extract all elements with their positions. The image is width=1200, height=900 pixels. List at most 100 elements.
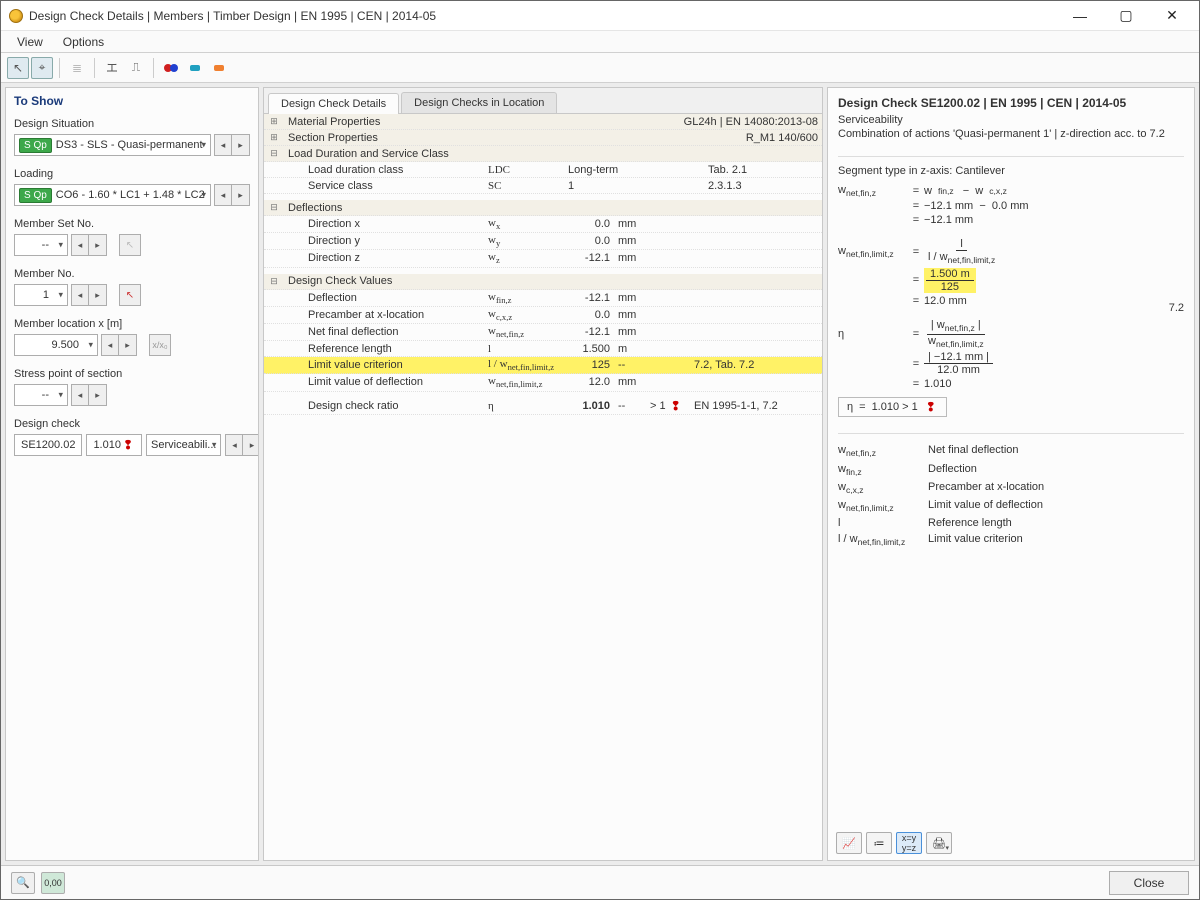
group-deflections[interactable]: ⊟ Deflections — [264, 200, 822, 216]
rp-formula-icon[interactable]: x=yy=z — [896, 832, 922, 854]
chevron-down-icon: ▾ — [88, 340, 93, 351]
memberloc-next[interactable]: ▸ — [119, 334, 137, 356]
tabstrip: Design Check Details Design Checks in Lo… — [264, 88, 822, 114]
row-precamber: Precamber at x-location wc,x,z 0.0 mm — [264, 307, 822, 324]
maximize-button[interactable]: ▢ — [1103, 2, 1149, 30]
footer-decimals-icon[interactable]: 0,00 — [41, 872, 65, 894]
chevron-down-icon: ▾ — [201, 190, 206, 201]
memberloc-prev[interactable]: ◂ — [101, 334, 119, 356]
design-situation-select[interactable]: S Qp DS3 - SLS - Quasi-permanent ▾ — [14, 134, 211, 156]
expand-icon[interactable]: ⊞ — [264, 131, 284, 144]
memberloc-select[interactable]: 9.500 ▾ — [14, 334, 98, 356]
memberset-next[interactable]: ▸ — [89, 234, 107, 256]
final-ratio-box: η=1.010 > 1❢ — [838, 397, 947, 417]
expand-icon[interactable]: ⊞ — [264, 115, 284, 128]
app-window: Design Check Details | Members | Timber … — [0, 0, 1200, 900]
row-net-final-deflection: Net final deflection wnet,fin,z -12.1 mm — [264, 324, 822, 341]
row-ldc: Load duration class LDC Long-term Tab. 2… — [264, 162, 822, 178]
memberno-prev[interactable]: ◂ — [71, 284, 89, 306]
toolbar-separator — [59, 58, 60, 78]
warning-icon: ❢ — [669, 399, 683, 413]
loading-next[interactable]: ▸ — [232, 184, 250, 206]
warning-icon: ❢ — [924, 400, 938, 414]
chevron-down-icon: ▾ — [58, 390, 63, 401]
moment-orange-icon[interactable] — [208, 57, 230, 79]
dc-prev[interactable]: ◂ — [225, 434, 243, 456]
stresspoint-select[interactable]: -- ▾ — [14, 384, 68, 406]
load-dots-icon[interactable] — [160, 57, 182, 79]
cursor-crosshair-icon[interactable]: ⌖ — [31, 57, 53, 79]
titlebar: Design Check Details | Members | Timber … — [1, 1, 1199, 31]
footer-search-icon[interactable]: 🔍 — [11, 872, 35, 894]
tab-design-check-details[interactable]: Design Check Details — [268, 93, 399, 114]
row-reference-length: Reference length l 1.500 m — [264, 341, 822, 357]
window-close-button[interactable]: ✕ — [1149, 2, 1195, 30]
close-button[interactable]: Close — [1109, 871, 1189, 895]
sqp-badge: S Qp — [19, 138, 52, 153]
list-icon[interactable]: ≣ — [66, 57, 88, 79]
memberno-pick-icon[interactable]: ↖ — [119, 284, 141, 306]
dc-ratio-chip[interactable]: 1.010 ❢ — [86, 434, 142, 456]
stresspoint-next[interactable]: ▸ — [89, 384, 107, 406]
memberno-label: Member No. — [6, 262, 258, 282]
chevron-down-icon: ▾ — [212, 440, 217, 451]
design-situation-label: Design Situation — [6, 112, 258, 132]
toolbar: ↖ ⌖ ≣ エ ⎍ — [1, 53, 1199, 83]
memberset-select[interactable]: -- ▾ — [14, 234, 68, 256]
row-dy: Direction y wy 0.0 mm — [264, 233, 822, 250]
loading-select[interactable]: S Qp CO6 - 1.60 * LC1 + 1.48 * LC2 ▾ — [14, 184, 211, 206]
memberloc-label: Member location x [m] — [6, 312, 258, 332]
toolbar-separator — [153, 58, 154, 78]
memberset-label: Member Set No. — [6, 212, 258, 232]
group-load-duration[interactable]: ⊟ Load Duration and Service Class — [264, 146, 822, 162]
chevron-down-icon: ▾ — [58, 290, 63, 301]
glossary: wnet,fin,zNet final deflection wfin,zDef… — [838, 442, 1184, 549]
ref-72: 7.2 — [1169, 302, 1184, 314]
left-panel: To Show Design Situation S Qp DS3 - SLS … — [5, 87, 259, 861]
memberloc-xx0-button[interactable]: x/x₀ — [149, 334, 171, 356]
memberset-prev[interactable]: ◂ — [71, 234, 89, 256]
design-situation-next[interactable]: ▸ — [232, 134, 250, 156]
rp-segment: Segment type in z-axis: Cantilever — [838, 165, 1184, 177]
collapse-icon[interactable]: ⊟ — [264, 147, 284, 160]
loading-prev[interactable]: ◂ — [214, 184, 232, 206]
minimize-button[interactable]: — — [1057, 2, 1103, 30]
group-section-properties[interactable]: ⊞ Section Properties R_M1 140/600 — [264, 130, 822, 146]
rp-graph-icon[interactable]: 📈 — [836, 832, 862, 854]
stresspoint-label: Stress point of section — [6, 362, 258, 382]
warning-icon: ❢ — [121, 438, 135, 452]
dc-desc-select[interactable]: Serviceabili... ▾ — [146, 434, 221, 456]
sqp-badge: S Qp — [19, 188, 52, 203]
memberno-select[interactable]: 1 ▾ — [14, 284, 68, 306]
collapse-icon[interactable]: ⊟ — [264, 275, 284, 288]
menu-options[interactable]: Options — [53, 33, 114, 51]
tab-design-checks-in-location[interactable]: Design Checks in Location — [401, 92, 557, 113]
menu-view[interactable]: View — [7, 33, 53, 51]
rp-print-icon[interactable]: 🖨▾ — [926, 832, 952, 854]
menubar: View Options — [1, 31, 1199, 53]
memberset-pick-icon[interactable]: ↖ — [119, 234, 141, 256]
moment-cyan-icon[interactable] — [184, 57, 206, 79]
window-title: Design Check Details | Members | Timber … — [29, 9, 1057, 23]
group-material-properties[interactable]: ⊞ Material Properties GL24h | EN 14080:2… — [264, 114, 822, 130]
dc-code-chip[interactable]: SE1200.02 — [14, 434, 82, 456]
rp-list-icon[interactable]: ≔ — [866, 832, 892, 854]
row-dz: Direction z wz -12.1 mm — [264, 250, 822, 267]
rp-title: Design Check SE1200.02 | EN 1995 | CEN |… — [828, 88, 1194, 114]
left-panel-header: To Show — [6, 88, 258, 112]
stresspoint-prev[interactable]: ◂ — [71, 384, 89, 406]
row-sc: Service class SC 1 2.3.1.3 — [264, 178, 822, 194]
app-icon — [9, 9, 23, 23]
main-area: To Show Design Situation S Qp DS3 - SLS … — [1, 83, 1199, 865]
memberno-next[interactable]: ▸ — [89, 284, 107, 306]
dc-next[interactable]: ▸ — [243, 434, 259, 456]
group-design-check-values[interactable]: ⊟ Design Check Values — [264, 274, 822, 290]
collapse-icon[interactable]: ⊟ — [264, 201, 284, 214]
row-design-check-ratio: Design check ratio η 1.010 -- > 1 ❢ EN 1… — [264, 398, 822, 415]
row-dx: Direction x wx 0.0 mm — [264, 216, 822, 233]
design-situation-prev[interactable]: ◂ — [214, 134, 232, 156]
right-panel: Design Check SE1200.02 | EN 1995 | CEN |… — [827, 87, 1195, 861]
cursor-arrow-icon[interactable]: ↖ — [7, 57, 29, 79]
profile-icon[interactable]: ⎍ — [125, 57, 147, 79]
beam-icon[interactable]: エ — [101, 57, 123, 79]
